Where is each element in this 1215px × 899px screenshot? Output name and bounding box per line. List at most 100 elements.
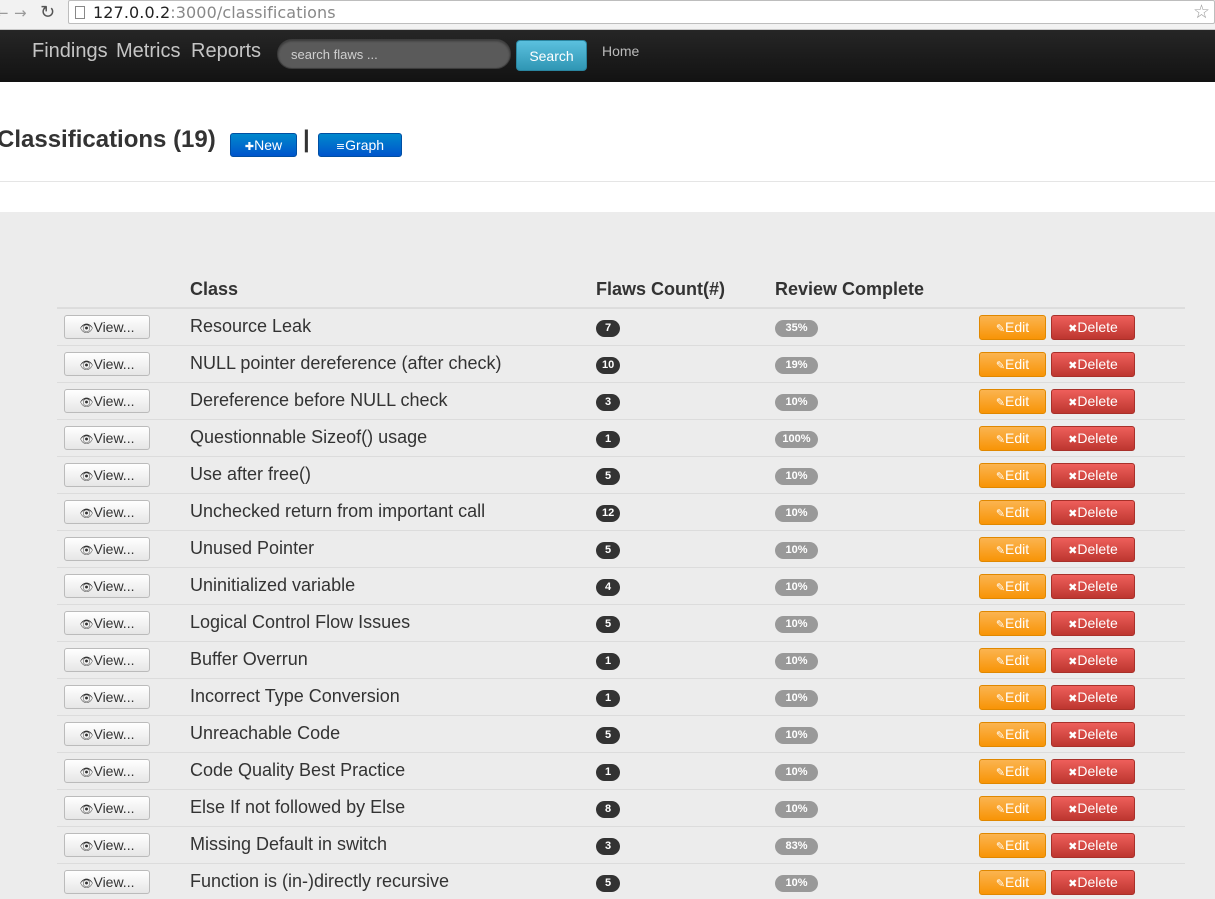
view-button[interactable]: 👁View... — [64, 315, 150, 339]
delete-button-label: Delete — [1077, 504, 1118, 520]
edit-button[interactable]: ✎Edit — [979, 389, 1046, 414]
delete-button[interactable]: ✖Delete — [1051, 352, 1135, 377]
classifications-table: Class Flaws Count(#) Review Complete 👁Vi… — [57, 275, 1185, 899]
reload-icon[interactable]: ↻ — [40, 2, 55, 23]
edit-button[interactable]: ✎Edit — [979, 426, 1046, 451]
edit-button[interactable]: ✎Edit — [979, 648, 1046, 673]
table-row: 👁View... Unchecked return from important … — [57, 493, 1185, 530]
forward-arrow-icon[interactable]: → — [14, 4, 27, 22]
delete-button-label: Delete — [1077, 800, 1118, 816]
edit-button[interactable]: ✎Edit — [979, 537, 1046, 562]
star-icon[interactable]: ☆ — [1193, 1, 1210, 23]
view-button[interactable]: 👁View... — [64, 722, 150, 746]
flaws-count-badge: 5 — [596, 542, 620, 559]
edit-button[interactable]: ✎Edit — [979, 870, 1046, 895]
view-button[interactable]: 👁View... — [64, 352, 150, 376]
class-name: Dereference before NULL check — [190, 390, 448, 410]
eye-icon: 👁 — [79, 803, 94, 816]
class-name: Missing Default in switch — [190, 834, 388, 854]
view-button[interactable]: 👁View... — [64, 500, 150, 524]
search-button[interactable]: Search — [516, 40, 587, 71]
view-button-label: View... — [93, 541, 135, 557]
view-button[interactable]: 👁View... — [64, 796, 150, 820]
edit-button[interactable]: ✎Edit — [979, 833, 1046, 858]
edit-icon: ✎ — [995, 359, 1006, 372]
delete-button[interactable]: ✖Delete — [1051, 796, 1135, 821]
class-name: Unused Pointer — [190, 538, 315, 558]
table-row: 👁View... Buffer Overrun 1 10% ✎Edit ✖Delete — [57, 641, 1185, 678]
close-icon: ✖ — [1068, 766, 1078, 779]
flaws-count-badge: 5 — [596, 468, 620, 485]
edit-button[interactable]: ✎Edit — [979, 722, 1046, 747]
graph-button[interactable]: ≡Graph — [318, 133, 402, 157]
delete-button[interactable]: ✖Delete — [1051, 759, 1135, 784]
delete-button[interactable]: ✖Delete — [1051, 389, 1135, 414]
edit-icon: ✎ — [995, 877, 1006, 890]
view-button[interactable]: 👁View... — [64, 537, 150, 561]
view-button[interactable]: 👁View... — [64, 574, 150, 598]
view-button[interactable]: 👁View... — [64, 611, 150, 635]
view-button-label: View... — [93, 467, 135, 483]
flaws-count-badge: 8 — [596, 801, 620, 818]
class-name: Else If not followed by Else — [190, 797, 406, 817]
flaws-count-badge: 3 — [596, 838, 620, 855]
delete-button[interactable]: ✖Delete — [1051, 315, 1135, 340]
edit-button[interactable]: ✎Edit — [979, 500, 1046, 525]
view-button[interactable]: 👁View... — [64, 870, 150, 894]
edit-button[interactable]: ✎Edit — [979, 685, 1046, 710]
delete-button[interactable]: ✖Delete — [1051, 648, 1135, 673]
page-title: Classifications (19) — [0, 126, 216, 153]
view-button-label: View... — [93, 837, 135, 853]
table-row: 👁View... Logical Control Flow Issues 5 10% ✎… — [57, 604, 1185, 641]
review-complete-badge: 10% — [775, 801, 818, 818]
view-button-label: View... — [93, 578, 135, 594]
new-button[interactable]: ✚New — [230, 133, 297, 157]
delete-button[interactable]: ✖Delete — [1051, 685, 1135, 710]
align-center-icon: ≡ — [335, 140, 346, 153]
nav-findings[interactable]: Findings — [32, 40, 108, 63]
edit-icon: ✎ — [995, 470, 1006, 483]
table-row: 👁View... Missing Default in switch 3 83% ✎Ed… — [57, 826, 1185, 863]
close-icon: ✖ — [1068, 581, 1078, 594]
delete-button[interactable]: ✖Delete — [1051, 722, 1135, 747]
nav-metrics[interactable]: Metrics — [116, 40, 180, 63]
edit-button[interactable]: ✎Edit — [979, 611, 1046, 636]
back-arrow-icon[interactable]: ← — [0, 4, 9, 22]
nav-reports[interactable]: Reports — [191, 40, 261, 63]
column-header-class: Class — [190, 279, 239, 299]
delete-button[interactable]: ✖Delete — [1051, 426, 1135, 451]
edit-icon: ✎ — [995, 618, 1006, 631]
edit-button[interactable]: ✎Edit — [979, 315, 1046, 340]
delete-button[interactable]: ✖Delete — [1051, 833, 1135, 858]
view-button[interactable]: 👁View... — [64, 426, 150, 450]
edit-button[interactable]: ✎Edit — [979, 759, 1046, 784]
review-complete-badge: 10% — [775, 875, 818, 892]
class-name: Questionnable Sizeof() usage — [190, 427, 428, 447]
search-input[interactable] — [277, 39, 511, 69]
close-icon: ✖ — [1068, 618, 1078, 631]
view-button[interactable]: 👁View... — [64, 648, 150, 672]
delete-button[interactable]: ✖Delete — [1051, 500, 1135, 525]
delete-button[interactable]: ✖Delete — [1051, 463, 1135, 488]
view-button[interactable]: 👁View... — [64, 463, 150, 487]
flaws-count-badge: 1 — [596, 764, 620, 781]
view-button-label: View... — [93, 763, 135, 779]
edit-button[interactable]: ✎Edit — [979, 352, 1046, 377]
view-button[interactable]: 👁View... — [64, 685, 150, 709]
review-complete-badge: 100% — [775, 431, 818, 448]
delete-button[interactable]: ✖Delete — [1051, 870, 1135, 895]
view-button[interactable]: 👁View... — [64, 833, 150, 857]
address-bar[interactable]: 127.0.0.2:3000/classifications ☆ — [68, 0, 1215, 24]
view-button[interactable]: 👁View... — [64, 389, 150, 413]
delete-button[interactable]: ✖Delete — [1051, 611, 1135, 636]
edit-button[interactable]: ✎Edit — [979, 574, 1046, 599]
nav-home[interactable]: Home — [602, 43, 639, 59]
edit-button[interactable]: ✎Edit — [979, 796, 1046, 821]
delete-button[interactable]: ✖Delete — [1051, 537, 1135, 562]
delete-button-label: Delete — [1077, 541, 1118, 557]
eye-icon: 👁 — [79, 618, 94, 631]
edit-button[interactable]: ✎Edit — [979, 463, 1046, 488]
view-button[interactable]: 👁View... — [64, 759, 150, 783]
delete-button[interactable]: ✖Delete — [1051, 574, 1135, 599]
view-button-label: View... — [93, 874, 135, 890]
